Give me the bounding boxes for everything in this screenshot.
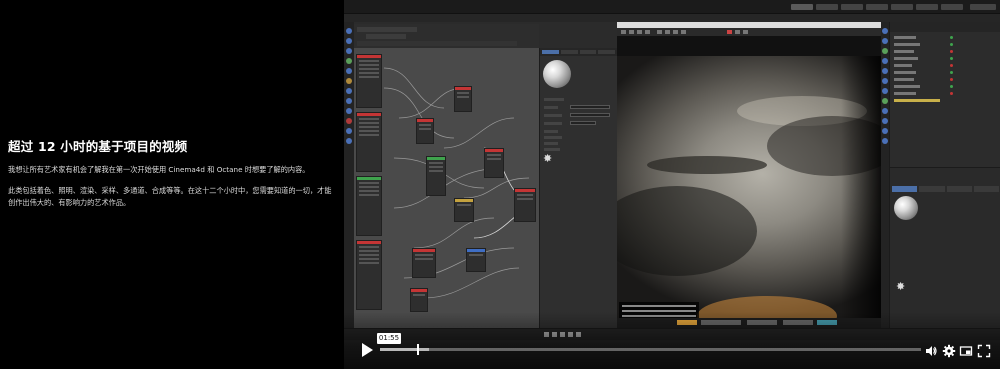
node[interactable] [410,288,428,312]
node[interactable] [356,240,382,310]
progress-handle[interactable] [416,344,419,355]
video-player[interactable]: ✸ ✸ 01:55 [344,0,1000,369]
material-preview-sphere [543,60,571,88]
attribute-material-sphere [894,196,918,220]
time-tooltip: 01:55 [377,333,401,344]
right-tool-palette [881,22,889,328]
play-icon[interactable] [360,343,374,357]
octane-logo-icon-2: ✸ [896,280,906,293]
render-image [617,56,881,318]
node[interactable] [454,86,472,112]
node[interactable] [454,198,474,222]
node[interactable] [466,248,486,272]
material-panel: ✸ [539,48,617,328]
progress-bar[interactable] [380,344,921,355]
description-paragraph-2: 此类包括着色、照明、渲染、采样、多通道、合成等等。在这十二个小时中，您需要知道的… [8,186,332,207]
object-manager [889,22,1000,167]
picture-in-picture-icon[interactable] [959,343,973,357]
settings-gear-icon[interactable] [942,343,956,358]
node[interactable] [356,112,382,172]
volume-icon[interactable] [924,343,938,357]
octane-logo-icon: ✸ [543,152,553,165]
node[interactable] [484,148,504,178]
description-paragraph-1: 我想让所有艺术家有机会了解我在第一次开始使用 Cinema4d 和 Octane… [8,165,310,174]
node[interactable] [412,248,436,278]
app-menubar [344,0,1000,14]
node-graph-canvas[interactable] [354,48,539,328]
page: 超过 12 小时的基于项目的视频 我想让所有艺术家有机会了解我在第一次开始使用 … [0,0,1000,369]
controls-overlay [344,312,1000,369]
buffered-bar [380,348,429,351]
course-description: 超过 12 小时的基于项目的视频 我想让所有艺术家有机会了解我在第一次开始使用 … [8,136,338,218]
node[interactable] [426,156,446,196]
node-editor-header [354,24,539,48]
node[interactable] [514,188,536,222]
node[interactable] [356,54,382,108]
fullscreen-icon[interactable] [977,343,991,358]
app-toolbar [344,14,1000,22]
viewer-titlebar [617,22,881,36]
node[interactable] [416,118,434,144]
node[interactable] [356,176,382,236]
attribute-manager: ✸ [889,167,1000,328]
description-heading: 超过 12 小时的基于项目的视频 [8,139,188,154]
render-viewer[interactable] [617,22,881,328]
tool-palette [344,22,354,340]
